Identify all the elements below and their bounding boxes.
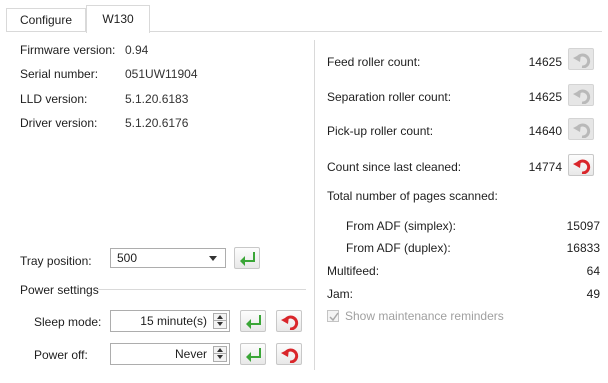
tray-position-value: 500 xyxy=(117,251,138,265)
chevron-down-icon xyxy=(209,256,217,261)
apply-sleep-button[interactable] xyxy=(240,310,266,332)
undo-arrow-icon xyxy=(573,89,591,104)
separation-roller-label: Separation roller count: xyxy=(327,90,452,104)
power-settings-label: Power settings xyxy=(20,283,99,297)
sleep-mode-value: 15 minute(s) xyxy=(140,314,207,328)
reset-feed-roller-button[interactable] xyxy=(568,48,594,70)
jam-value: 49 xyxy=(586,287,600,301)
enter-arrow-icon xyxy=(240,252,255,266)
enter-arrow-icon xyxy=(246,315,261,329)
sleep-mode-spinner[interactable] xyxy=(213,313,227,329)
power-off-label: Power off: xyxy=(34,348,88,362)
serial-label: Serial number: xyxy=(20,67,99,81)
maintenance-reminders-checkbox[interactable] xyxy=(327,310,339,322)
sleep-mode-stepper[interactable]: 15 minute(s) xyxy=(110,310,230,332)
tab-w130[interactable]: W130 xyxy=(86,5,150,33)
enter-arrow-icon xyxy=(246,348,261,362)
reset-separation-roller-button[interactable] xyxy=(568,84,594,106)
adf-simplex-value: 15097 xyxy=(566,219,600,233)
reset-power-off-button[interactable] xyxy=(276,343,302,365)
undo-arrow-icon xyxy=(281,315,299,330)
reset-sleep-button[interactable] xyxy=(276,310,302,332)
checkmark-icon xyxy=(329,312,339,322)
serial-value: 051UW11904 xyxy=(125,67,198,81)
tab-configure[interactable]: Configure xyxy=(6,8,86,31)
feed-roller-value: 14625 xyxy=(528,55,562,69)
apply-tray-button[interactable] xyxy=(234,247,260,269)
count-since-cleaned-label: Count since last cleaned: xyxy=(327,160,462,174)
undo-arrow-icon xyxy=(573,123,591,138)
pickup-roller-value: 14640 xyxy=(528,124,562,138)
power-settings-divider xyxy=(98,289,306,290)
maintenance-reminders-label: Show maintenance reminders xyxy=(345,309,504,323)
count-since-cleaned-value: 14774 xyxy=(528,160,562,174)
tray-position-label: Tray position: xyxy=(20,254,92,268)
adf-duplex-label: From ADF (duplex): xyxy=(346,241,451,255)
jam-label: Jam: xyxy=(327,287,354,301)
adf-simplex-label: From ADF (simplex): xyxy=(346,219,457,233)
total-pages-label: Total number of pages scanned: xyxy=(327,189,498,203)
sleep-mode-label: Sleep mode: xyxy=(34,315,102,329)
multifeed-label: Multifeed: xyxy=(327,264,380,278)
reset-cleaned-count-button[interactable] xyxy=(568,154,594,176)
lld-value: 5.1.20.6183 xyxy=(125,92,189,106)
firmware-label: Firmware version: xyxy=(20,43,116,57)
power-off-stepper[interactable]: Never xyxy=(110,343,230,365)
reset-pickup-roller-button[interactable] xyxy=(568,118,594,140)
power-off-spinner[interactable] xyxy=(213,346,227,362)
power-off-value: Never xyxy=(174,347,207,361)
pickup-roller-label: Pick-up roller count: xyxy=(327,124,434,138)
feed-roller-label: Feed roller count: xyxy=(327,55,421,69)
lld-label: LLD version: xyxy=(20,92,88,106)
tray-position-select[interactable]: 500 xyxy=(110,248,226,268)
tab-bar: Configure W130 xyxy=(0,0,608,33)
apply-power-off-button[interactable] xyxy=(240,343,266,365)
driver-value: 5.1.20.6176 xyxy=(125,116,189,130)
multifeed-value: 64 xyxy=(586,264,600,278)
adf-duplex-value: 16833 xyxy=(566,241,600,255)
undo-arrow-icon xyxy=(573,53,591,68)
firmware-value: 0.94 xyxy=(125,43,149,57)
undo-arrow-icon xyxy=(281,348,299,363)
separation-roller-value: 14625 xyxy=(528,90,562,104)
driver-label: Driver version: xyxy=(20,116,98,130)
column-divider xyxy=(314,40,315,370)
undo-arrow-icon xyxy=(573,159,591,174)
